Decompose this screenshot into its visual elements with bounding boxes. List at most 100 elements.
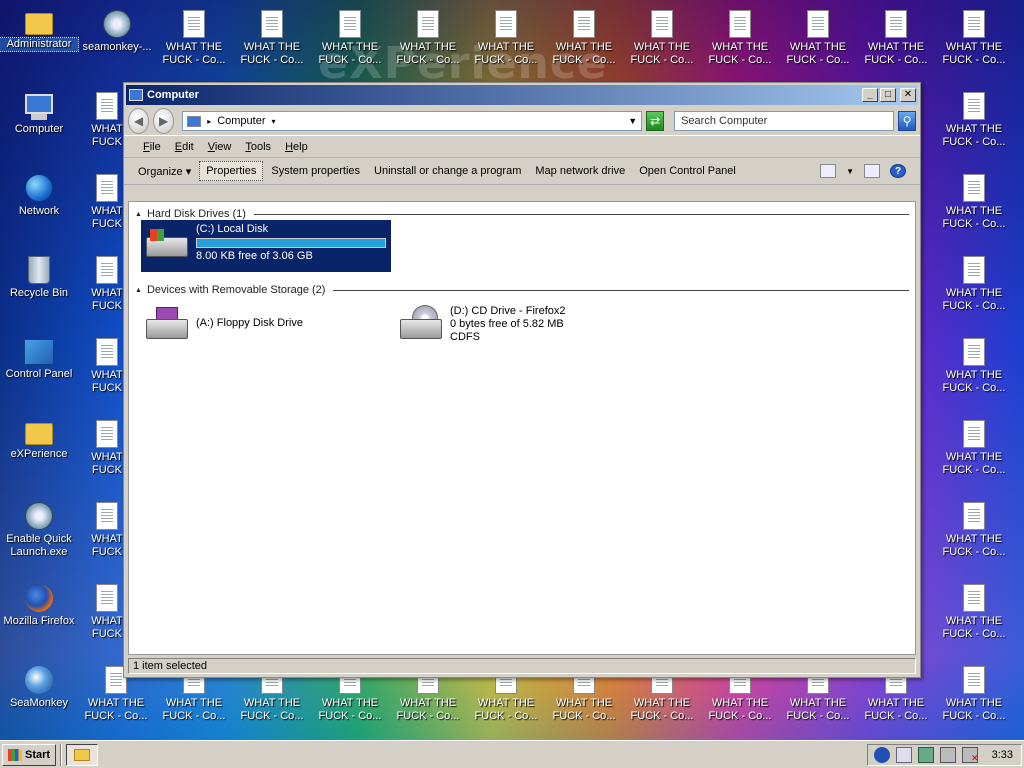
drive-d-name: (D:) CD Drive - Firefox2 <box>450 305 566 317</box>
collapse-arrow-icon[interactable]: ▲ <box>135 287 142 294</box>
document-tray-icon[interactable] <box>895 746 912 763</box>
text-document-icon <box>96 338 118 366</box>
preview-pane-icon[interactable] <box>864 164 880 178</box>
properties-button[interactable]: Properties <box>199 161 264 181</box>
desktop-icon-network[interactable]: Network <box>0 172 78 218</box>
text-document-icon <box>96 174 118 202</box>
firefox-icon <box>25 584 53 612</box>
desktop-icon-seamonkey[interactable]: SeaMonkey <box>0 664 78 710</box>
desktop-file-icon[interactable]: WHAT THE FUCK - Co... <box>311 10 389 67</box>
window-titlebar[interactable]: Computer _ □ ✕ <box>126 85 918 105</box>
group-header-removable[interactable]: ▲ Devices with Removable Storage (2) <box>135 284 909 296</box>
menu-help[interactable]: Help <box>278 139 315 155</box>
text-document-icon <box>963 338 985 366</box>
desktop-icon-experience[interactable]: eXPerience <box>0 418 78 461</box>
explorer-window[interactable]: Computer _ □ ✕ ◀ ▶ ▸ Computer ▾ ▼ ⇄ Sear… <box>123 82 921 678</box>
text-document-icon <box>96 92 118 120</box>
organize-button[interactable]: Organize ▾ <box>132 162 197 181</box>
help-icon[interactable]: ? <box>890 164 906 178</box>
desktop-file-icon[interactable]: WHAT THE FUCK - Co... <box>545 10 623 67</box>
desktop-icon-recycle-bin[interactable]: Recycle Bin <box>0 254 78 300</box>
back-button[interactable]: ◀ <box>128 108 150 134</box>
close-button[interactable]: ✕ <box>900 88 916 102</box>
text-document-icon <box>96 256 118 284</box>
desktop-file-icon[interactable]: WHAT THE FUCK - Co... <box>389 10 467 67</box>
desktop-icon-administrator[interactable]: Administrator <box>0 8 79 52</box>
status-bar: 1 item selected <box>128 657 916 675</box>
desktop-file-icon[interactable]: WHAT THE FUCK - Co... <box>935 420 1013 477</box>
desktop-icon-enable-quick-launch[interactable]: Enable Quick Launch.exe <box>0 500 78 559</box>
menu-tools[interactable]: Tools <box>238 139 278 155</box>
drive-a-floppy[interactable]: (A:) Floppy Disk Drive <box>141 302 391 348</box>
search-input[interactable]: Search Computer <box>674 111 895 131</box>
address-bar[interactable]: ▸ Computer ▾ ▼ <box>182 111 643 131</box>
refresh-button[interactable]: ⇄ <box>646 111 665 131</box>
minimize-button[interactable]: _ <box>862 88 878 102</box>
desktop-file-icon[interactable]: WHAT THE FUCK - Co... <box>935 502 1013 559</box>
network-tray-icon[interactable] <box>917 746 934 763</box>
address-toolbar: ◀ ▶ ▸ Computer ▾ ▼ ⇄ Search Computer ⚲ <box>124 107 920 135</box>
address-history-arrow-icon[interactable]: ▼ <box>628 116 637 126</box>
desktop-icon-firefox[interactable]: Mozilla Firefox <box>0 582 78 628</box>
desktop-file-icon[interactable]: WHAT THE FUCK - Co... <box>857 10 935 67</box>
drive-a-name: (A:) Floppy Disk Drive <box>196 317 303 329</box>
desktop-file-icon[interactable]: WHAT THE FUCK - Co... <box>701 10 779 67</box>
desktop-icon-control-panel[interactable]: Control Panel <box>0 336 78 381</box>
desktop-icon-seamonkey-installer[interactable]: seamonkey-... <box>78 8 156 54</box>
seamonkey-icon <box>25 666 53 694</box>
desktop-file-icon[interactable]: WHAT THE FUCK - Co... <box>935 666 1013 723</box>
computer-icon <box>129 89 143 101</box>
volume-muted-icon[interactable]: ✕ <box>961 746 979 763</box>
clock: 3:33 <box>991 748 1013 761</box>
desktop-file-icon[interactable]: WHAT THE FUCK - Co... <box>935 338 1013 395</box>
group-header-hard-disk[interactable]: ▲ Hard Disk Drives (1) <box>135 208 909 220</box>
hardware-tray-icon[interactable] <box>939 746 956 763</box>
desktop-file-icon[interactable]: WHAT THE FUCK - Co... <box>233 10 311 67</box>
views-icon[interactable] <box>820 164 837 178</box>
text-document-icon <box>339 10 361 38</box>
address-dropdown-arrow-icon[interactable]: ▸ <box>207 117 211 126</box>
maximize-button[interactable]: □ <box>880 88 896 102</box>
desktop-file-icon[interactable]: WHAT THE FUCK - Co... <box>935 584 1013 641</box>
control-panel-icon <box>24 339 54 365</box>
desktop-file-icon[interactable]: WHAT THE FUCK - Co... <box>623 10 701 67</box>
search-icon[interactable]: ⚲ <box>898 111 916 131</box>
drive-d-cd[interactable]: (D:) CD Drive - Firefox2 0 bytes free of… <box>395 302 645 348</box>
map-network-drive-button[interactable]: Map network drive <box>529 162 631 180</box>
text-document-icon <box>96 502 118 530</box>
folder-icon <box>74 748 91 761</box>
text-document-icon <box>261 10 283 38</box>
text-document-icon <box>807 10 829 38</box>
desktop-file-icon[interactable]: WHAT THE FUCK - Co... <box>935 174 1013 231</box>
desktop-file-icon[interactable]: WHAT THE FUCK - Co... <box>935 10 1013 67</box>
desktop-file-icon[interactable]: WHAT THE FUCK - Co... <box>935 92 1013 149</box>
text-document-icon <box>183 10 205 38</box>
text-document-icon <box>729 10 751 38</box>
desktop-file-icon[interactable]: WHAT THE FUCK - Co... <box>935 256 1013 313</box>
collapse-arrow-icon[interactable]: ▲ <box>135 211 142 218</box>
desktop-file-icon[interactable]: WHAT THE FUCK - Co... <box>467 10 545 67</box>
text-document-icon <box>963 420 985 448</box>
start-button[interactable]: Start <box>2 743 57 766</box>
drive-c-local-disk[interactable]: (C:) Local Disk 8.00 KB free of 3.06 GB <box>141 220 391 272</box>
views-dropdown-icon[interactable]: ▼ <box>846 167 854 176</box>
seamonkey-tray-icon[interactable] <box>873 746 890 763</box>
installer-disc-icon <box>103 10 131 38</box>
menu-view[interactable]: View <box>201 139 239 155</box>
desktop-file-icon[interactable]: WHAT THE FUCK - Co... <box>779 10 857 67</box>
system-properties-button[interactable]: System properties <box>265 162 366 180</box>
desktop-file-icon[interactable]: WHAT THE FUCK - Co... <box>155 10 233 67</box>
file-list[interactable]: ▲ Hard Disk Drives (1) (C:) Local Disk 8… <box>128 201 916 655</box>
folder-icon <box>25 13 53 35</box>
drive-c-usage-fill <box>197 239 385 247</box>
command-bar: Organize ▾ Properties System properties … <box>124 157 920 185</box>
menu-file[interactable]: File <box>136 139 168 155</box>
menu-edit[interactable]: Edit <box>168 139 201 155</box>
forward-button[interactable]: ▶ <box>153 108 175 134</box>
desktop-icon-computer[interactable]: Computer <box>0 90 78 136</box>
uninstall-program-button[interactable]: Uninstall or change a program <box>368 162 527 180</box>
text-document-icon <box>963 584 985 612</box>
open-control-panel-button[interactable]: Open Control Panel <box>633 162 742 180</box>
address-breadcrumb-arrow-icon[interactable]: ▾ <box>272 117 276 126</box>
taskbar-explorer-button[interactable] <box>66 743 99 766</box>
